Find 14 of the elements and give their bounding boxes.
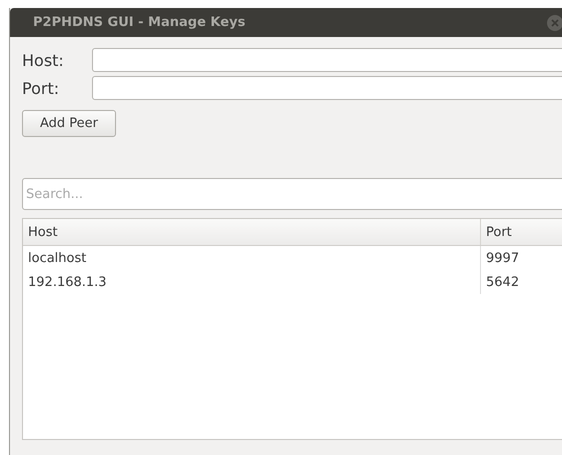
table-cell: 192.168.1.3 (23, 270, 481, 294)
field-label: Host: (22, 50, 65, 70)
column-header[interactable]: Port (481, 219, 562, 245)
close-icon[interactable] (547, 15, 562, 31)
input-field[interactable] (92, 48, 562, 72)
column-header[interactable]: Host (23, 219, 481, 245)
field-label: Port: (22, 78, 60, 98)
search-field[interactable]: Search... (22, 178, 562, 210)
add-peer-button[interactable]: Add Peer (22, 110, 116, 137)
table-cell-text: 9997 (485, 250, 520, 268)
table-cell-text: 5642 (485, 274, 520, 292)
table-cell: localhost (23, 246, 481, 270)
window-title: P2PHDNS GUI - Manage Keys (33, 15, 246, 30)
input-field[interactable] (92, 76, 562, 100)
